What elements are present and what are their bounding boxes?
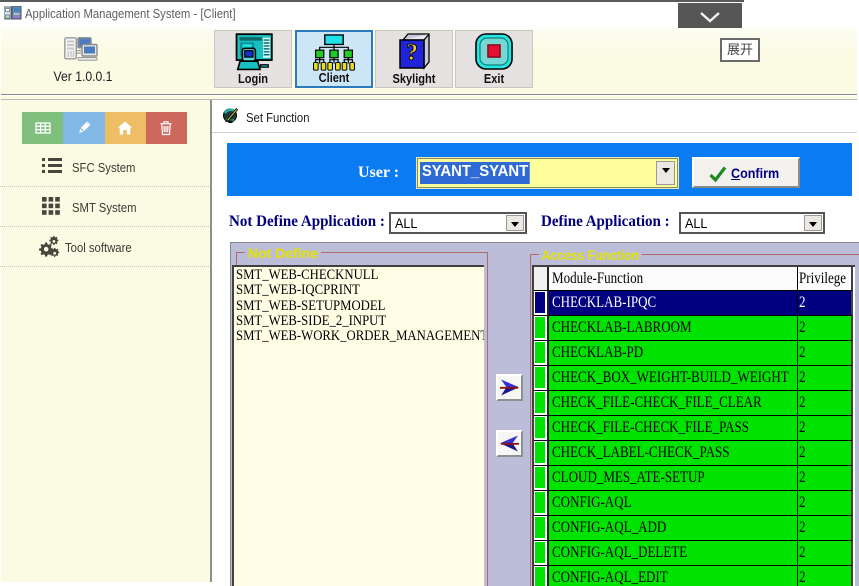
svg-text:?: ? [406, 40, 418, 66]
